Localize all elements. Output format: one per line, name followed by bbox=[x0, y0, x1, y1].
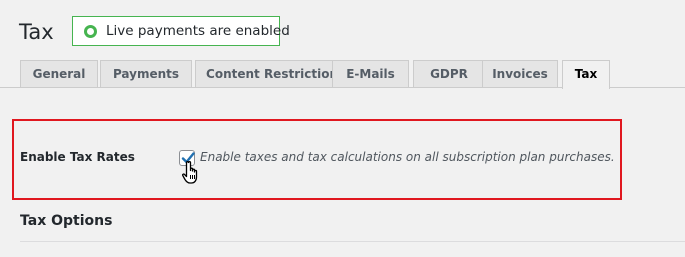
tab-tax[interactable]: Tax bbox=[562, 60, 610, 89]
settings-tabs: General Payments Content Restriction E-M… bbox=[20, 60, 685, 89]
page-title: Tax bbox=[19, 20, 54, 44]
status-circle-icon bbox=[84, 24, 97, 38]
live-payments-status-badge: Live payments are enabled bbox=[72, 16, 290, 46]
tab-gdpr[interactable]: GDPR bbox=[413, 60, 485, 88]
tax-options-heading: Tax Options bbox=[20, 213, 113, 229]
tab-general[interactable]: General bbox=[20, 60, 98, 88]
status-text: Live payments are enabled bbox=[106, 23, 290, 39]
tab-content-restriction[interactable]: Content Restriction bbox=[195, 60, 349, 88]
hand-pointer-icon bbox=[182, 161, 198, 184]
section-divider bbox=[20, 241, 685, 242]
enable-tax-rates-description: Enable taxes and tax calculations on all… bbox=[200, 150, 615, 164]
tab-e-mails[interactable]: E-Mails bbox=[332, 60, 409, 88]
tab-payments[interactable]: Payments bbox=[100, 60, 192, 88]
tab-invoices[interactable]: Invoices bbox=[482, 60, 558, 88]
enable-tax-rates-label: Enable Tax Rates bbox=[20, 150, 135, 164]
